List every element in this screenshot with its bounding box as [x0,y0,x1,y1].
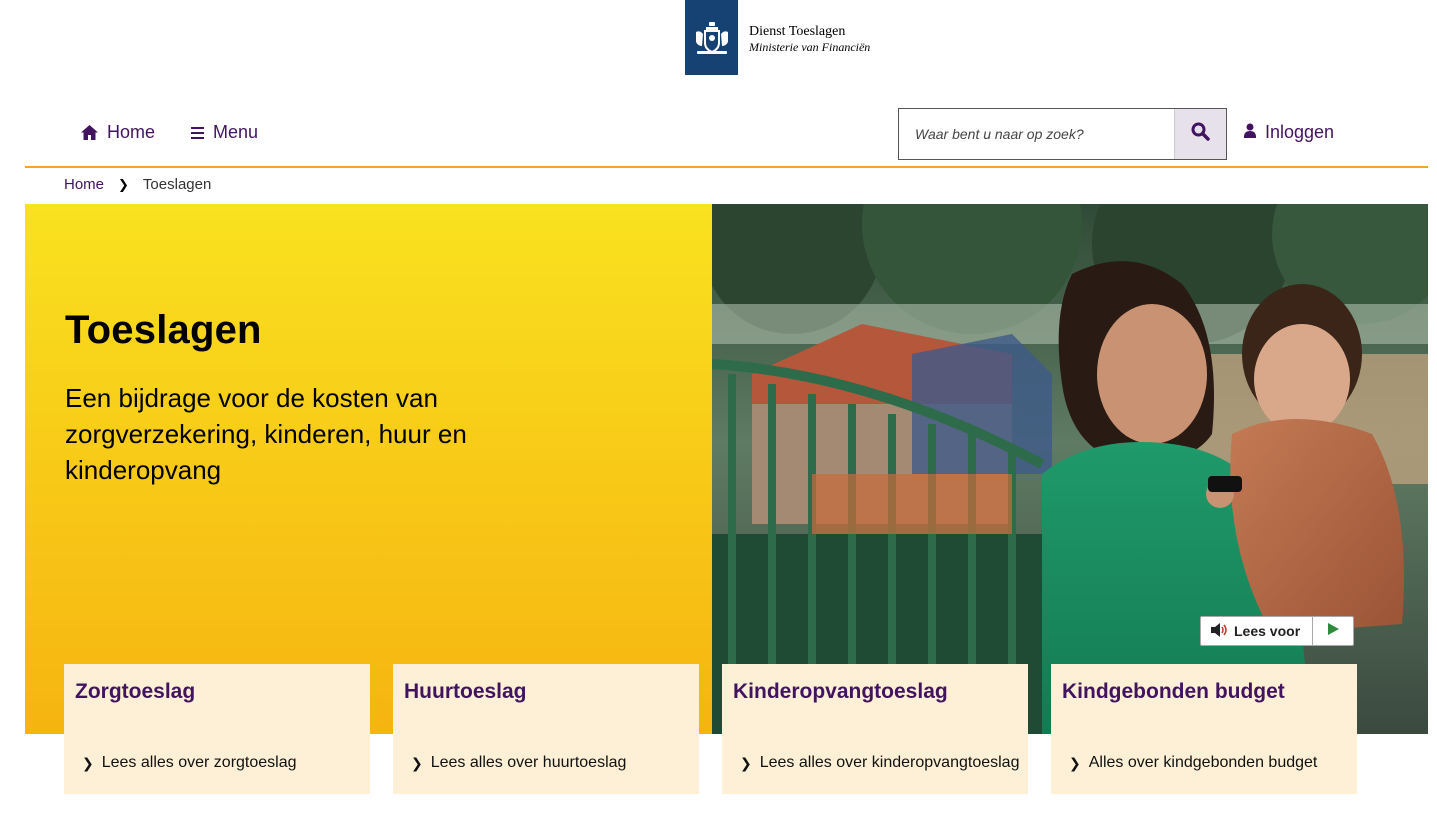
card-huurtoeslag: Huurtoeslag ❯ Lees alles over huurtoesla… [393,664,699,794]
logo-ministry-name: Ministerie van Financiën [749,40,871,54]
breadcrumb: Home ❯ Toeslagen [64,176,211,193]
home-link[interactable]: Home [81,122,155,143]
login-label: Inloggen [1265,122,1335,142]
menu-button[interactable]: Menu [191,122,258,143]
card-kinderopvangtoeslag: Kinderopvangtoeslag ❯ Lees alles over ki… [722,664,1028,794]
card-link-label: Lees alles over zorgtoeslag [101,754,297,771]
search-input[interactable] [899,109,1174,159]
play-icon [1327,622,1339,640]
hero-photo [712,204,1428,734]
read-aloud-label: Lees voor [1234,623,1301,639]
read-aloud-button[interactable]: Lees voor [1200,616,1355,646]
card-title[interactable]: Huurtoeslag [404,680,527,704]
breadcrumb-current: Toeslagen [142,176,212,193]
card-title[interactable]: Kinderopvangtoeslag [733,680,948,704]
card-zorgtoeslag: Zorgtoeslag ❯ Lees alles over zorgtoesla… [64,664,370,794]
login-link[interactable]: Inloggen [1244,122,1334,143]
page-title: Toeslagen [65,308,262,352]
user-icon [1244,122,1256,143]
logo-org-name: Dienst Toeslagen [749,24,846,39]
search-icon [1191,122,1210,146]
card-link[interactable]: ❯ Lees alles over kinderopvangtoeslag [740,754,1019,772]
search-form [898,108,1227,160]
card-link[interactable]: ❯ Lees alles over huurtoeslag [411,754,626,772]
speaker-icon [1211,622,1229,640]
chevron-right-icon: ❯ [118,176,129,192]
home-link-label: Home [107,122,156,142]
home-icon [81,125,98,140]
menu-button-label: Menu [213,122,259,142]
card-kindgebonden-budget: Kindgebonden budget ❯ Alles over kindgeb… [1051,664,1357,794]
page-subtitle: Een bijdrage voor de kosten van zorgverz… [65,383,467,485]
card-title[interactable]: Kindgebonden budget [1062,680,1285,704]
chevron-right-icon: ❯ [740,754,752,771]
card-link[interactable]: ❯ Lees alles over zorgtoeslag [82,754,297,772]
main-navigation: Home Menu Inloggen [25,108,1428,168]
chevron-right-icon: ❯ [411,754,423,771]
card-link-label: Alles over kindgebonden budget [1088,754,1318,771]
card-title[interactable]: Zorgtoeslag [75,680,195,704]
hero-panel: Toeslagen Een bijdrage voor de kosten va… [25,204,712,734]
search-button[interactable] [1174,109,1226,159]
play-button[interactable] [1313,617,1353,645]
chevron-right-icon: ❯ [1069,754,1081,771]
card-link[interactable]: ❯ Alles over kindgebonden budget [1069,754,1317,772]
breadcrumb-home-link[interactable]: Home [64,176,104,193]
chevron-right-icon: ❯ [82,754,94,771]
hamburger-icon [191,126,205,139]
card-link-label: Lees alles over huurtoeslag [430,754,627,771]
site-logo[interactable]: Dienst Toeslagen Ministerie van Financië… [685,0,870,75]
coat-of-arms-icon [685,0,738,75]
card-link-label: Lees alles over kinderopvangtoeslag [759,754,1020,771]
